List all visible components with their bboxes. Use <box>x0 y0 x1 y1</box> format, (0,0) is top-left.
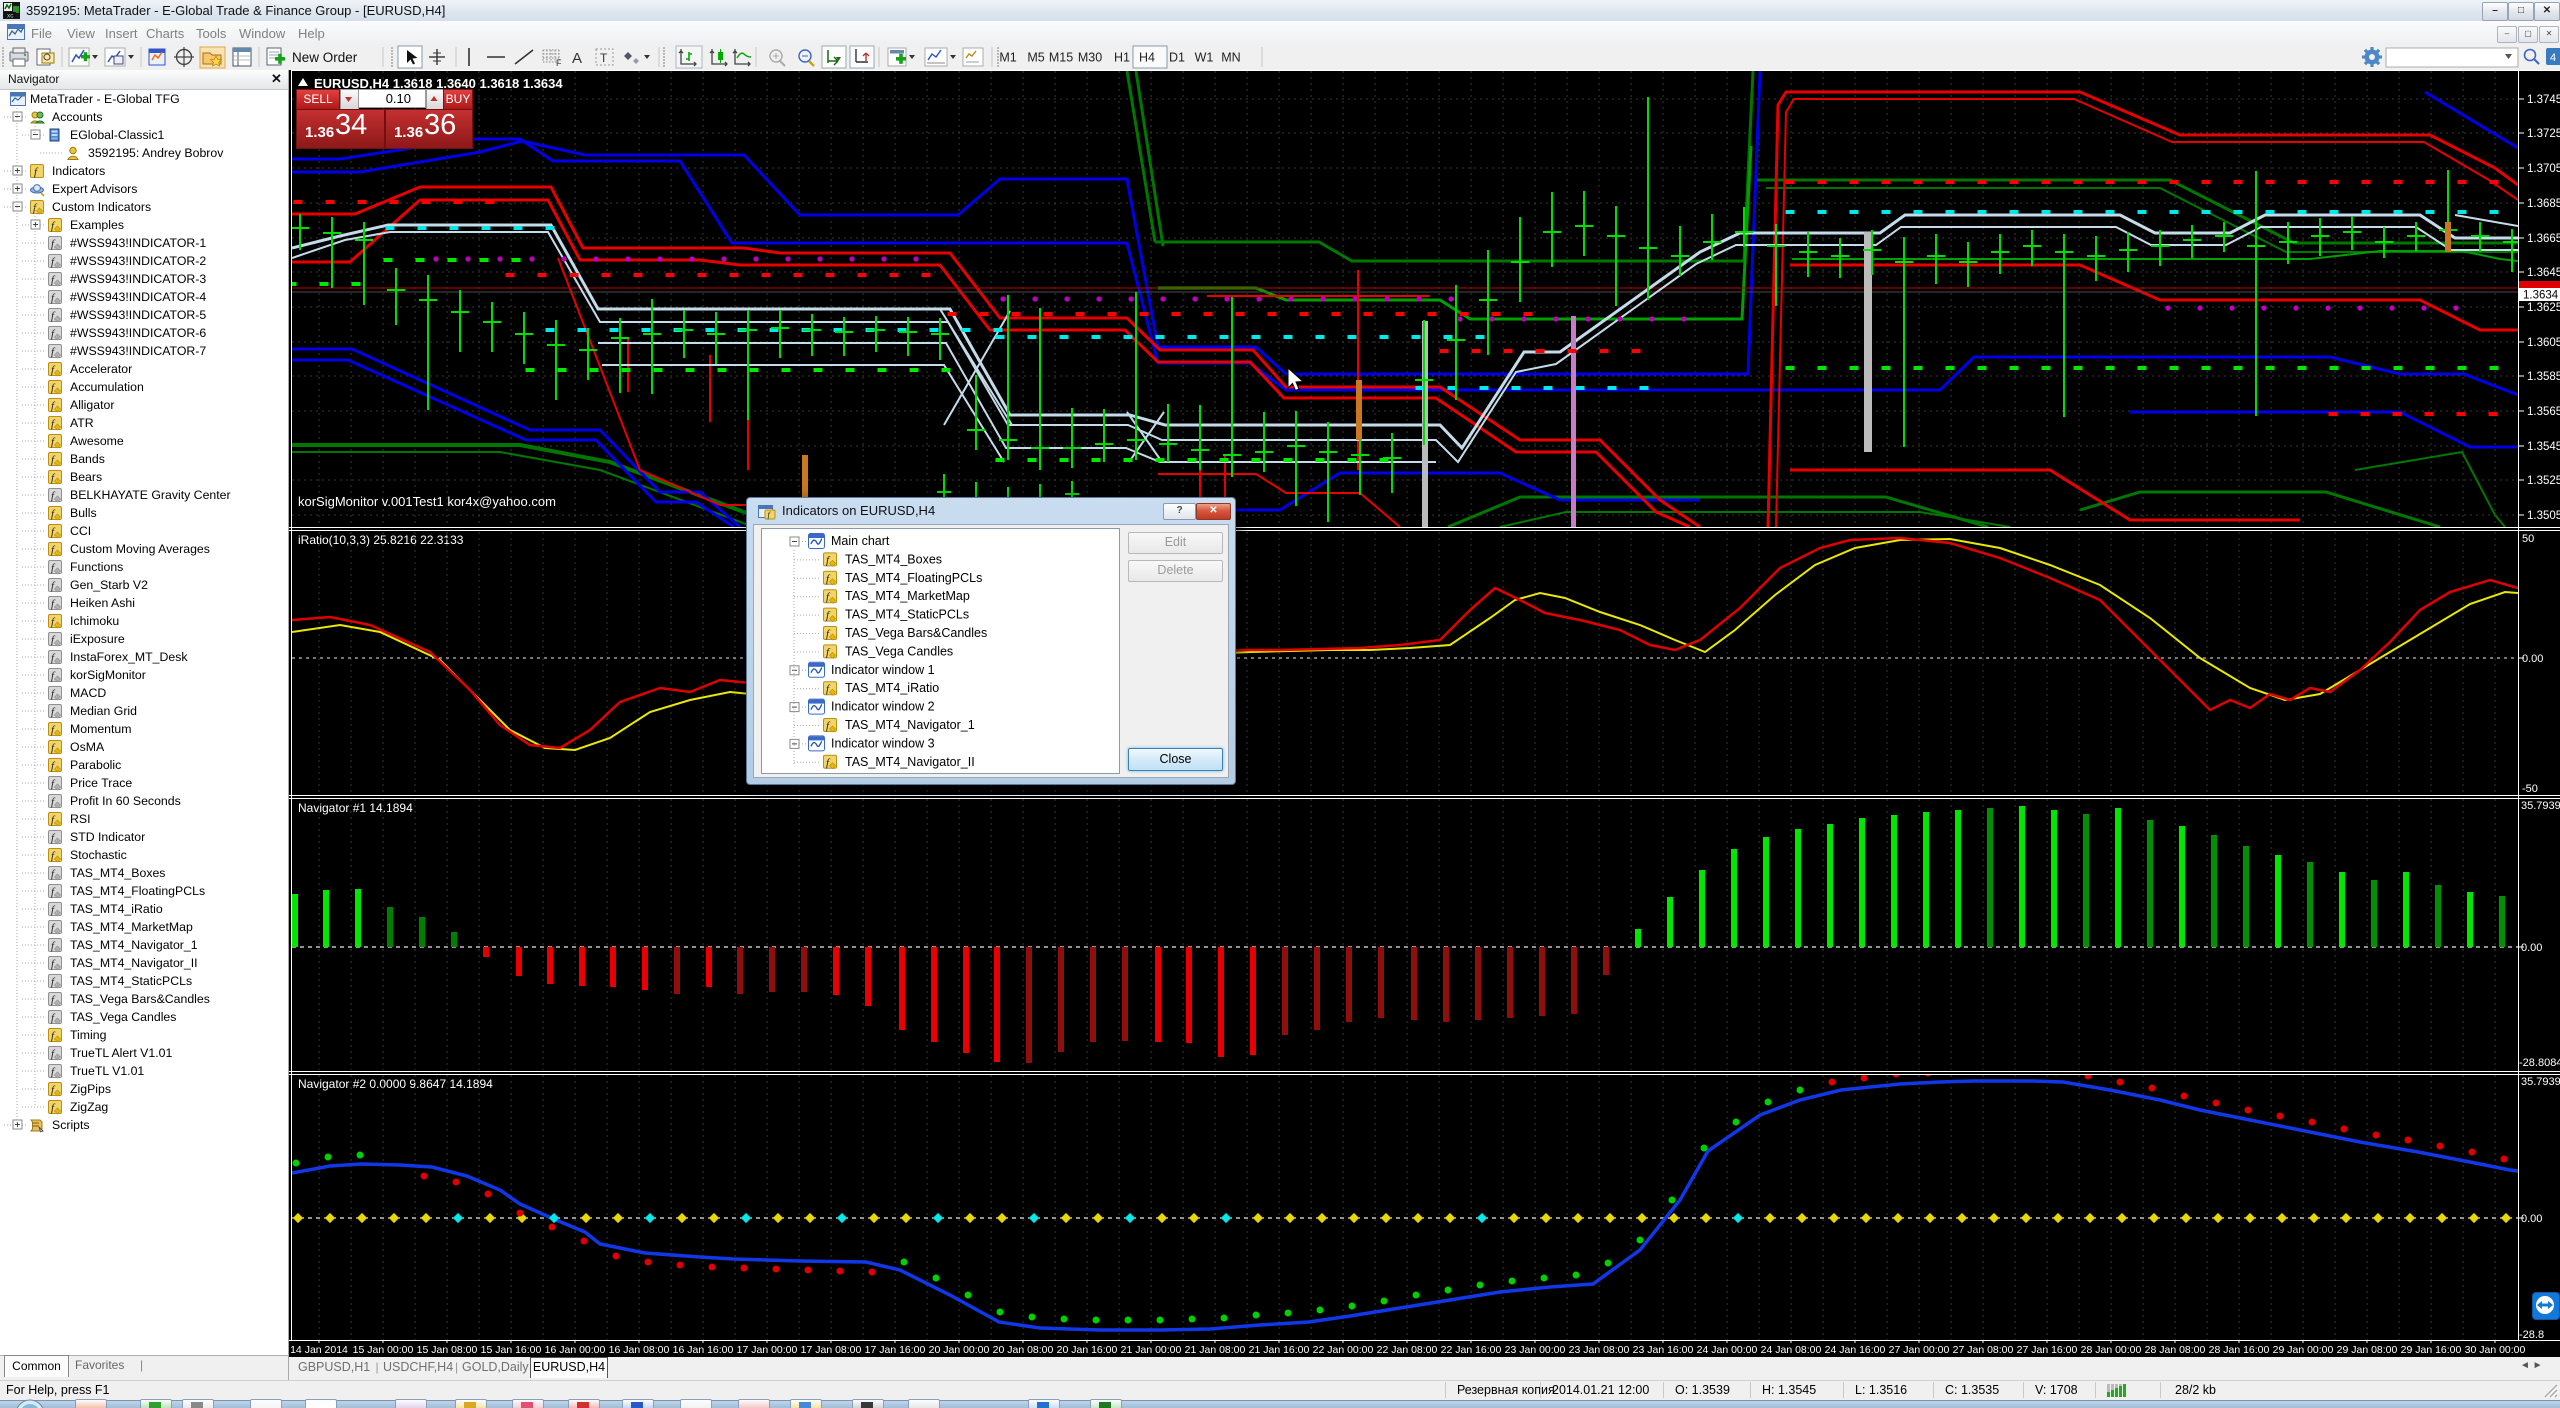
svg-text:Awesome: Awesome <box>70 434 124 448</box>
svg-text:Indicator window 3: Indicator window 3 <box>831 736 935 750</box>
svg-text:Accumulation: Accumulation <box>70 380 144 394</box>
svg-text:TrueTL Alert V1.01: TrueTL Alert V1.01 <box>70 1046 172 1060</box>
svg-text:Accounts: Accounts <box>52 110 103 124</box>
svg-text:H4: H4 <box>1139 51 1155 65</box>
svg-text:Bulls: Bulls <box>70 506 97 520</box>
svg-text:Accelerator: Accelerator <box>70 362 132 376</box>
svg-text:Indicator window 1: Indicator window 1 <box>831 663 935 677</box>
svg-text:Expert Advisors: Expert Advisors <box>52 182 137 196</box>
svg-text:xc: xc <box>7 13 14 20</box>
svg-text:TAS_Vega Bars&Candles: TAS_Vega Bars&Candles <box>70 992 210 1006</box>
svg-text:TAS_MT4_Navigator_II: TAS_MT4_Navigator_II <box>845 755 975 769</box>
svg-text:TAS_Vega Candles: TAS_Vega Candles <box>70 1010 176 1024</box>
svg-text:Parabolic: Parabolic <box>70 758 121 772</box>
svg-text:TAS_MT4_FloatingPCLs: TAS_MT4_FloatingPCLs <box>845 571 982 585</box>
svg-text:3592195: Andrey Bobrov: 3592195: Andrey Bobrov <box>88 146 224 160</box>
svg-text:TAS_Vega Candles: TAS_Vega Candles <box>845 644 953 658</box>
svg-text:#WSS943!INDICATOR-2: #WSS943!INDICATOR-2 <box>70 254 206 268</box>
svg-text:TAS_MT4_Navigator_1: TAS_MT4_Navigator_1 <box>70 938 198 952</box>
svg-text:EGlobal-Classic1: EGlobal-Classic1 <box>70 128 164 142</box>
svg-text:TAS_MT4_iRatio: TAS_MT4_iRatio <box>845 681 939 695</box>
svg-text:Alligator: Alligator <box>70 398 114 412</box>
svg-text:OsMA: OsMA <box>70 740 105 754</box>
svg-text:TAS_MT4_MarketMap: TAS_MT4_MarketMap <box>845 589 970 603</box>
svg-text:Heiken Ashi: Heiken Ashi <box>70 596 135 610</box>
svg-text:M15: M15 <box>1049 51 1073 65</box>
svg-text:M1: M1 <box>999 51 1016 65</box>
svg-text:#WSS943!INDICATOR-4: #WSS943!INDICATOR-4 <box>70 290 206 304</box>
svg-text:Gen_Starb V2: Gen_Starb V2 <box>70 578 148 592</box>
svg-text:InstaForex_MT_Desk: InstaForex_MT_Desk <box>70 650 188 664</box>
svg-text:M30: M30 <box>1078 51 1102 65</box>
svg-text:TAS_MT4_FloatingPCLs: TAS_MT4_FloatingPCLs <box>70 884 205 898</box>
svg-text:TAS_MT4_StaticPCLs: TAS_MT4_StaticPCLs <box>845 608 969 622</box>
svg-text:Bears: Bears <box>70 470 102 484</box>
svg-text:TAS_MT4_StaticPCLs: TAS_MT4_StaticPCLs <box>70 974 192 988</box>
svg-text:MACD: MACD <box>70 686 106 700</box>
svg-text:RSI: RSI <box>70 812 91 826</box>
svg-text:#WSS943!INDICATOR-7: #WSS943!INDICATOR-7 <box>70 344 206 358</box>
svg-text:ATR: ATR <box>70 416 94 430</box>
svg-text:CCI: CCI <box>70 524 91 538</box>
svg-text:M5: M5 <box>1027 51 1044 65</box>
svg-text:Indicator window 2: Indicator window 2 <box>831 700 935 714</box>
svg-text:Main chart: Main chart <box>831 534 890 548</box>
svg-text:MN: MN <box>1221 51 1240 65</box>
svg-text:New Order: New Order <box>292 50 358 65</box>
svg-text:BELKHAYATE Gravity Center: BELKHAYATE Gravity Center <box>70 488 231 502</box>
svg-text:H1: H1 <box>1114 51 1130 65</box>
svg-text:Custom Indicators: Custom Indicators <box>52 200 151 214</box>
svg-text:Bands: Bands <box>70 452 105 466</box>
svg-text:korSigMonitor: korSigMonitor <box>70 668 146 682</box>
svg-text:Custom Moving Averages: Custom Moving Averages <box>70 542 210 556</box>
svg-text:Momentum: Momentum <box>70 722 132 736</box>
svg-text:ZigPips: ZigPips <box>70 1082 111 1096</box>
svg-text:TAS_MT4_Navigator_II: TAS_MT4_Navigator_II <box>70 956 198 970</box>
svg-text:T: T <box>600 51 608 65</box>
svg-text:#WSS943!INDICATOR-3: #WSS943!INDICATOR-3 <box>70 272 206 286</box>
svg-text:4: 4 <box>2550 52 2556 64</box>
svg-text:TAS_MT4_Navigator_1: TAS_MT4_Navigator_1 <box>845 718 975 732</box>
svg-text:TAS_MT4_MarketMap: TAS_MT4_MarketMap <box>70 920 193 934</box>
svg-text:STD Indicator: STD Indicator <box>70 830 145 844</box>
svg-text:Profit In 60 Seconds: Profit In 60 Seconds <box>70 794 181 808</box>
svg-text:TAS_MT4_Boxes: TAS_MT4_Boxes <box>845 552 942 566</box>
svg-text:F: F <box>556 58 562 68</box>
svg-text:#WSS943!INDICATOR-1: #WSS943!INDICATOR-1 <box>70 236 206 250</box>
svg-text:Functions: Functions <box>70 560 123 574</box>
svg-text:TAS_MT4_Boxes: TAS_MT4_Boxes <box>70 866 165 880</box>
svg-text:ZigZag: ZigZag <box>70 1100 108 1114</box>
svg-text:Examples: Examples <box>70 218 124 232</box>
svg-text:Indicators: Indicators <box>52 164 105 178</box>
svg-text:iExposure: iExposure <box>70 632 125 646</box>
svg-text:MetaTrader - E-Global TFG: MetaTrader - E-Global TFG <box>30 92 180 106</box>
svg-text:Timing: Timing <box>70 1028 107 1042</box>
svg-text:Median Grid: Median Grid <box>70 704 137 718</box>
svg-text:A: A <box>572 50 582 67</box>
svg-text:D1: D1 <box>1169 51 1185 65</box>
svg-text:#WSS943!INDICATOR-5: #WSS943!INDICATOR-5 <box>70 308 206 322</box>
svg-text:Ichimoku: Ichimoku <box>70 614 119 628</box>
svg-text:Scripts: Scripts <box>52 1118 90 1132</box>
svg-text:TrueTL V1.01: TrueTL V1.01 <box>70 1064 144 1078</box>
svg-text:TAS_MT4_iRatio: TAS_MT4_iRatio <box>70 902 163 916</box>
svg-text:Stochastic: Stochastic <box>70 848 127 862</box>
svg-text:Price Trace: Price Trace <box>70 776 132 790</box>
svg-text:TAS_Vega Bars&Candles: TAS_Vega Bars&Candles <box>845 626 987 640</box>
svg-text:W1: W1 <box>1195 51 1214 65</box>
svg-text:#WSS943!INDICATOR-6: #WSS943!INDICATOR-6 <box>70 326 206 340</box>
